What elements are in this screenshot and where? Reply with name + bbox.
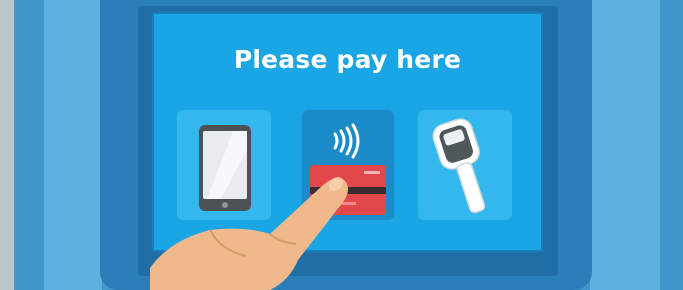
kiosk-side-panel-left xyxy=(44,0,102,290)
kiosk-side-panel-right xyxy=(590,0,660,290)
pay-with-scanner-option[interactable] xyxy=(418,110,512,220)
barcode-scanner-icon xyxy=(432,118,486,214)
pointing-hand xyxy=(150,177,348,290)
screen-title: Please pay here xyxy=(233,45,462,74)
contactless-waves-icon xyxy=(333,123,360,159)
